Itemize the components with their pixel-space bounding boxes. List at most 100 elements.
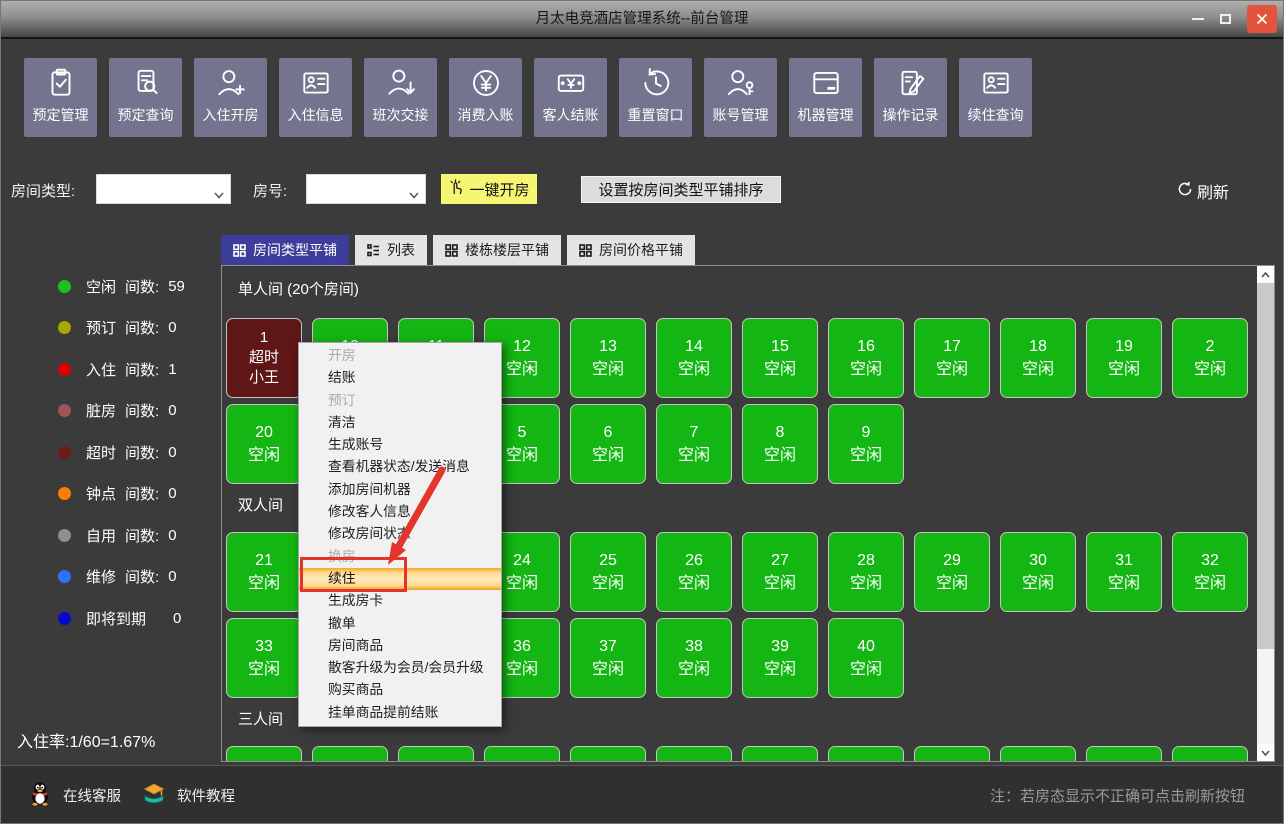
room-tile[interactable]: 26空闲 bbox=[656, 532, 732, 612]
room-tile[interactable]: 2空闲 bbox=[1172, 318, 1248, 398]
menu-item-16[interactable]: 购买商品 bbox=[299, 679, 501, 701]
menu-item-5[interactable]: 生成账号 bbox=[299, 434, 501, 456]
room-tile[interactable]: 38空闲 bbox=[656, 618, 732, 698]
tab-3[interactable]: 楼栋楼层平铺 bbox=[433, 235, 561, 265]
menu-item-7[interactable]: 添加房间机器 bbox=[299, 479, 501, 501]
menu-item-15[interactable]: 散客升级为会员/会员升级 bbox=[299, 657, 501, 679]
status-dot bbox=[58, 363, 71, 376]
room-tile[interactable]: 25空闲 bbox=[570, 532, 646, 612]
close-button[interactable] bbox=[1247, 5, 1277, 33]
toolbar-button-12[interactable]: 续住查询 bbox=[959, 58, 1032, 137]
room-status: 空闲 bbox=[506, 444, 538, 467]
room-tile[interactable]: 14空闲 bbox=[656, 318, 732, 398]
toolbar-button-8[interactable]: 重置窗口 bbox=[619, 58, 692, 137]
legend-label: 即将到期 bbox=[86, 608, 146, 629]
room-tile[interactable] bbox=[312, 746, 388, 761]
room-tile[interactable] bbox=[1000, 746, 1076, 761]
menu-item-4[interactable]: 清洁 bbox=[299, 412, 501, 434]
menu-item-14[interactable]: 房间商品 bbox=[299, 635, 501, 657]
scrollbar-thumb[interactable] bbox=[1257, 283, 1274, 649]
quick-open-room-button[interactable]: 一键开房 bbox=[441, 174, 537, 204]
room-tile[interactable] bbox=[914, 746, 990, 761]
menu-item-9[interactable]: 修改房间状态 bbox=[299, 523, 501, 545]
room-tile[interactable] bbox=[570, 746, 646, 761]
room-tile[interactable] bbox=[828, 746, 904, 761]
sort-by-room-type-button[interactable]: 设置按房间类型平铺排序 bbox=[581, 176, 781, 203]
room-tile[interactable]: 18空闲 bbox=[1000, 318, 1076, 398]
room-tile[interactable]: 27空闲 bbox=[742, 532, 818, 612]
room-tile[interactable]: 17空闲 bbox=[914, 318, 990, 398]
toolbar-button-5[interactable]: 班次交接 bbox=[364, 58, 437, 137]
room-tile[interactable]: 9空闲 bbox=[828, 404, 904, 484]
room-tile[interactable] bbox=[1172, 746, 1248, 761]
room-tile[interactable]: 37空闲 bbox=[570, 618, 646, 698]
room-status: 空闲 bbox=[936, 358, 968, 381]
room-tile[interactable]: 13空闲 bbox=[570, 318, 646, 398]
room-tile[interactable]: 19空闲 bbox=[1086, 318, 1162, 398]
tab-4[interactable]: 房间价格平铺 bbox=[567, 235, 695, 265]
scrollbar[interactable] bbox=[1257, 266, 1274, 761]
room-tile[interactable] bbox=[742, 746, 818, 761]
refresh-button[interactable]: 刷新 bbox=[1177, 179, 1229, 203]
menu-item-11[interactable]: 续住 bbox=[299, 568, 501, 590]
menu-item-8[interactable]: 修改客人信息 bbox=[299, 501, 501, 523]
room-status: 空闲 bbox=[1022, 572, 1054, 595]
room-no-select[interactable] bbox=[306, 174, 426, 204]
legend-count-label: 间数: bbox=[125, 442, 159, 463]
id-card-icon bbox=[979, 66, 1013, 100]
room-number: 2 bbox=[1206, 335, 1215, 358]
room-tile[interactable]: 33空闲 bbox=[226, 618, 302, 698]
toolbar-button-11[interactable]: 操作记录 bbox=[874, 58, 947, 137]
toolbar-button-4[interactable]: 入住信息 bbox=[279, 58, 352, 137]
room-number: 16 bbox=[857, 335, 875, 358]
room-tile[interactable]: 32空闲 bbox=[1172, 532, 1248, 612]
filter-bar: 房间类型: 房号: 一键开房 设置按房间类型平铺排序 刷新 bbox=[1, 161, 1283, 217]
tutorial-link[interactable]: 软件教程 bbox=[141, 776, 235, 814]
menu-item-6[interactable]: 查看机器状态/发送消息 bbox=[299, 456, 501, 478]
toolbar-button-2[interactable]: 预定查询 bbox=[109, 58, 182, 137]
tab-label: 列表 bbox=[387, 240, 415, 260]
tab-2[interactable]: 列表 bbox=[355, 235, 427, 265]
tab-label: 房间类型平铺 bbox=[253, 240, 337, 260]
toolbar-button-label: 客人结账 bbox=[543, 105, 599, 125]
room-tile[interactable]: 20空闲 bbox=[226, 404, 302, 484]
room-tile[interactable]: 28空闲 bbox=[828, 532, 904, 612]
toolbar-button-10[interactable]: 机器管理 bbox=[789, 58, 862, 137]
room-tile[interactable]: 6空闲 bbox=[570, 404, 646, 484]
toolbar-button-6[interactable]: 消费入账 bbox=[449, 58, 522, 137]
room-tile[interactable] bbox=[1086, 746, 1162, 761]
room-tile[interactable]: 30空闲 bbox=[1000, 532, 1076, 612]
room-tile[interactable]: 39空闲 bbox=[742, 618, 818, 698]
scroll-down-icon[interactable] bbox=[1257, 744, 1274, 761]
room-tile[interactable]: 8空闲 bbox=[742, 404, 818, 484]
toolbar-button-7[interactable]: 客人结账 bbox=[534, 58, 607, 137]
window-controls bbox=[1192, 1, 1277, 37]
tab-1[interactable]: 房间类型平铺 bbox=[221, 235, 349, 265]
room-tile[interactable] bbox=[226, 746, 302, 761]
room-tile[interactable]: 29空闲 bbox=[914, 532, 990, 612]
menu-item-17[interactable]: 挂单商品提前结账 bbox=[299, 702, 501, 724]
room-type-select[interactable] bbox=[96, 174, 231, 204]
room-tile[interactable]: 40空闲 bbox=[828, 618, 904, 698]
room-status: 空闲 bbox=[248, 444, 280, 467]
toolbar-button-9[interactable]: 账号管理 bbox=[704, 58, 777, 137]
room-tile[interactable] bbox=[398, 746, 474, 761]
maximize-button[interactable] bbox=[1220, 14, 1231, 24]
room-tile[interactable] bbox=[484, 746, 560, 761]
room-tile[interactable]: 21空闲 bbox=[226, 532, 302, 612]
room-tile[interactable]: 31空闲 bbox=[1086, 532, 1162, 612]
menu-item-13[interactable]: 撤单 bbox=[299, 613, 501, 635]
room-tile[interactable]: 15空闲 bbox=[742, 318, 818, 398]
minimize-button[interactable] bbox=[1192, 18, 1204, 20]
toolbar-button-1[interactable]: 预定管理 bbox=[24, 58, 97, 137]
scroll-up-icon[interactable] bbox=[1257, 266, 1274, 283]
menu-item-2[interactable]: 结账 bbox=[299, 367, 501, 389]
room-tile[interactable]: 16空闲 bbox=[828, 318, 904, 398]
toolbar-button-label: 重置窗口 bbox=[628, 105, 684, 125]
toolbar-button-3[interactable]: 入住开房 bbox=[194, 58, 267, 137]
room-tile[interactable]: 1超时小王 bbox=[226, 318, 302, 398]
menu-item-12[interactable]: 生成房卡 bbox=[299, 590, 501, 612]
room-tile[interactable] bbox=[656, 746, 732, 761]
room-tile[interactable]: 7空闲 bbox=[656, 404, 732, 484]
online-service-link[interactable]: 在线客服 bbox=[27, 776, 121, 814]
